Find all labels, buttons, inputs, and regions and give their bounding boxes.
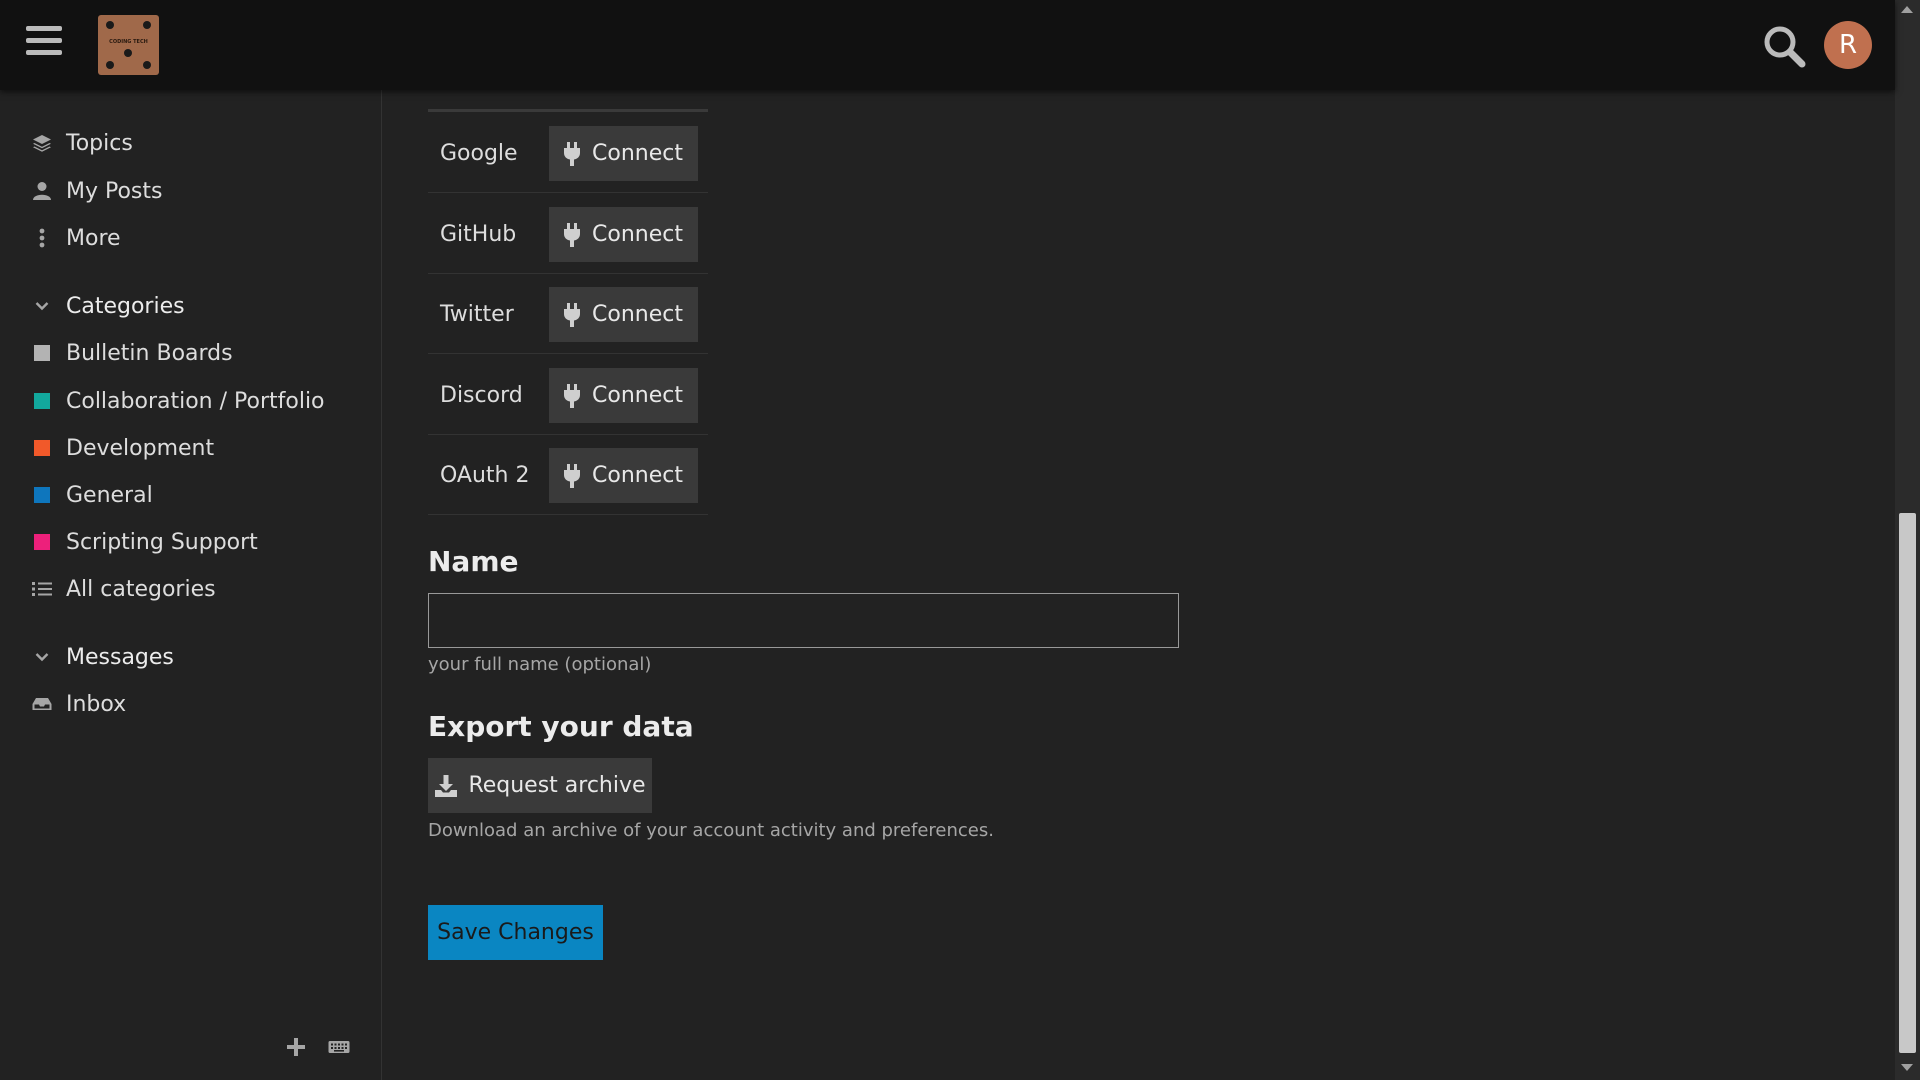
messages-heading: Messages — [66, 644, 174, 670]
name-heading: Name — [428, 545, 519, 578]
category-color-swatch — [34, 393, 50, 409]
vertical-dots-icon — [30, 226, 54, 250]
plug-icon — [564, 463, 581, 488]
connect-label: Connect — [592, 463, 683, 488]
scroll-down-arrow-icon[interactable] — [1901, 1064, 1913, 1071]
chevron-down-icon — [30, 645, 54, 669]
sidebar-category-collaboration-portfolio[interactable]: Collaboration / Portfolio — [30, 383, 325, 419]
sidebar-item-more[interactable]: More — [30, 220, 121, 256]
sidebar-item-label: General — [66, 482, 153, 508]
category-color-swatch — [34, 345, 50, 361]
sidebar-item-inbox[interactable]: Inbox — [30, 686, 126, 722]
connect-twitter-button[interactable]: Connect — [549, 287, 698, 342]
plus-icon[interactable] — [286, 1037, 306, 1061]
sidebar-item-label: All categories — [66, 576, 216, 602]
chevron-down-icon — [30, 294, 54, 318]
account-provider-name: Twitter — [440, 301, 514, 327]
category-color-swatch — [34, 440, 50, 456]
sidebar-panel: Topics My Posts More Categories Bulletin… — [0, 90, 382, 1080]
plug-icon — [564, 222, 581, 247]
scroll-thumb[interactable] — [1899, 513, 1916, 1053]
associated-account-row-oauth2: OAuth 2 Connect — [428, 435, 708, 515]
account-provider-name: GitHub — [440, 221, 517, 247]
sidebar-item-label: Development — [66, 435, 215, 461]
logo-text: CODING TECH — [109, 39, 148, 45]
category-color-swatch — [34, 487, 50, 503]
scroll-up-arrow-icon[interactable] — [1901, 6, 1913, 13]
sidebar-item-label: Scripting Support — [66, 529, 258, 555]
inbox-icon — [30, 692, 54, 716]
connect-label: Connect — [592, 222, 683, 247]
site-header: CODING TECH R — [0, 0, 1895, 90]
export-description: Download an archive of your account acti… — [428, 820, 994, 841]
associated-account-row-google: Google Connect — [428, 113, 708, 193]
user-icon — [30, 179, 54, 203]
name-input[interactable] — [428, 593, 1179, 648]
page-scrollbar[interactable] — [1895, 0, 1920, 1080]
account-provider-name: OAuth 2 — [440, 462, 530, 488]
request-archive-button[interactable]: Request archive — [428, 758, 652, 813]
download-icon — [435, 774, 458, 797]
connect-github-button[interactable]: Connect — [549, 207, 698, 262]
categories-heading: Categories — [66, 293, 185, 319]
plug-icon — [564, 302, 581, 327]
layers-icon — [30, 131, 54, 155]
sidebar-category-development[interactable]: Development — [30, 430, 214, 466]
sidebar-item-topics[interactable]: Topics — [30, 125, 133, 161]
save-changes-button[interactable]: Save Changes — [428, 905, 603, 960]
category-color-swatch — [34, 534, 50, 550]
sidebar-item-label: Collaboration / Portfolio — [66, 388, 325, 414]
connect-discord-button[interactable]: Connect — [549, 368, 698, 423]
site-logo[interactable]: CODING TECH — [98, 15, 159, 75]
keyboard-icon[interactable] — [328, 1039, 350, 1059]
search-icon[interactable] — [1762, 24, 1806, 68]
connect-label: Connect — [592, 302, 683, 327]
plug-icon — [564, 141, 581, 166]
sidebar-item-label: More — [66, 225, 121, 251]
list-icon — [30, 577, 54, 601]
preferences-main: Google Connect GitHub Connect Twitter Co… — [383, 90, 1895, 1080]
messages-section-toggle[interactable]: Messages — [30, 639, 174, 675]
sidebar-footer — [286, 1034, 350, 1064]
sidebar-item-label: My Posts — [66, 178, 163, 204]
categories-section-toggle[interactable]: Categories — [30, 288, 185, 324]
sidebar-category-bulletin-boards[interactable]: Bulletin Boards — [30, 335, 233, 371]
sidebar-item-my-posts[interactable]: My Posts — [30, 173, 163, 209]
associated-account-row-github: GitHub Connect — [428, 194, 708, 274]
sidebar-category-scripting-support[interactable]: Scripting Support — [30, 524, 258, 560]
sidebar-item-all-categories[interactable]: All categories — [30, 571, 216, 607]
section-divider — [428, 109, 708, 112]
request-archive-label: Request archive — [468, 773, 646, 798]
user-avatar[interactable]: R — [1824, 21, 1872, 69]
associated-account-row-discord: Discord Connect — [428, 355, 708, 435]
connect-label: Connect — [592, 383, 683, 408]
export-heading: Export your data — [428, 710, 694, 743]
sidebar-item-label: Topics — [66, 130, 133, 156]
account-provider-name: Google — [440, 140, 518, 166]
sidebar-item-label: Inbox — [66, 691, 127, 717]
connect-label: Connect — [592, 141, 683, 166]
connect-google-button[interactable]: Connect — [549, 126, 698, 181]
sidebar-category-general[interactable]: General — [30, 477, 153, 513]
connect-oauth2-button[interactable]: Connect — [549, 448, 698, 503]
associated-account-row-twitter: Twitter Connect — [428, 274, 708, 354]
account-provider-name: Discord — [440, 382, 523, 408]
name-hint: your full name (optional) — [428, 654, 652, 675]
hamburger-menu-icon[interactable] — [26, 26, 62, 62]
sidebar-item-label: Bulletin Boards — [66, 340, 233, 366]
plug-icon — [564, 383, 581, 408]
